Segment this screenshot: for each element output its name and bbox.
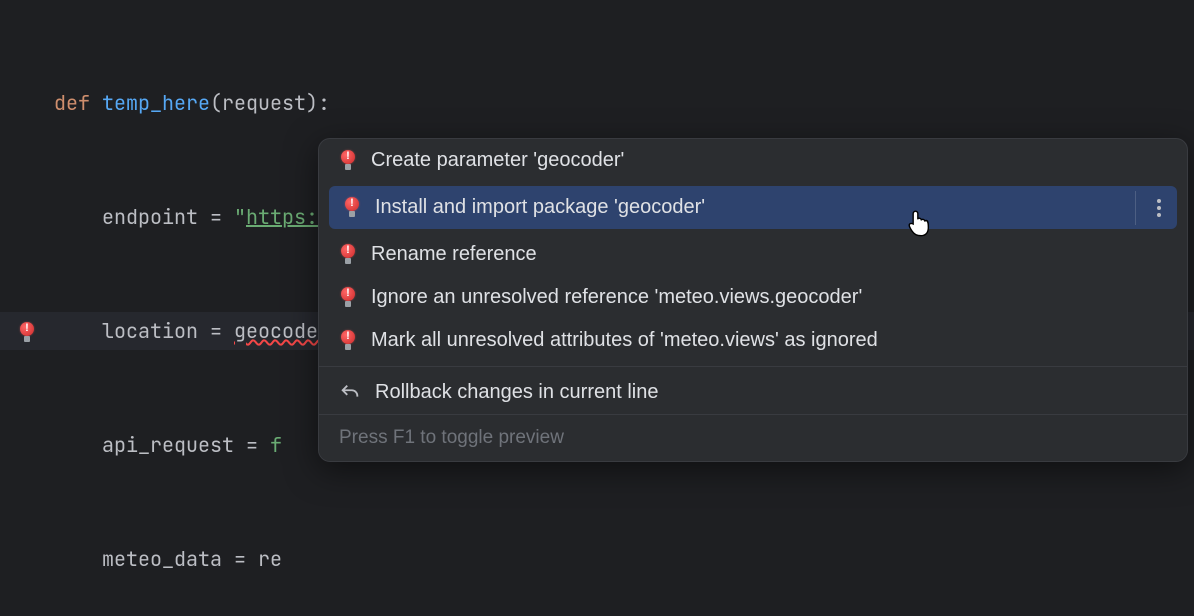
quick-fix-label: Mark all unresolved attributes of 'meteo… bbox=[371, 329, 878, 352]
code-line[interactable]: meteo_data = re bbox=[0, 540, 1194, 578]
quick-fix-label: Install and import package 'geocoder' bbox=[375, 196, 705, 219]
more-options-icon[interactable] bbox=[1135, 191, 1169, 225]
quick-fix-item-rollback[interactable]: Rollback changes in current line bbox=[319, 371, 1187, 414]
quick-fix-item-ignore-unresolved[interactable]: ! Ignore an unresolved reference 'meteo.… bbox=[319, 276, 1187, 319]
quick-fix-item-mark-all-ignored[interactable]: ! Mark all unresolved attributes of 'met… bbox=[319, 319, 1187, 362]
error-bulb-icon: ! bbox=[343, 197, 361, 219]
function-name: temp_here bbox=[102, 90, 210, 116]
error-bulb-icon: ! bbox=[339, 330, 357, 352]
keyword-def: def bbox=[54, 90, 102, 116]
undo-icon bbox=[339, 382, 361, 404]
code-line[interactable]: def temp_here(request): bbox=[0, 84, 1194, 122]
quick-fix-item-create-parameter[interactable]: ! Create parameter 'geocoder' bbox=[319, 139, 1187, 182]
error-bulb-icon: ! bbox=[339, 150, 357, 172]
error-bulb-icon[interactable]: ! bbox=[18, 322, 36, 344]
quick-fix-item-rename-reference[interactable]: ! Rename reference bbox=[319, 233, 1187, 276]
quick-fix-item-install-import[interactable]: ! Install and import package 'geocoder' bbox=[329, 186, 1177, 229]
quick-fix-popup: ! Create parameter 'geocoder' ! Install … bbox=[318, 138, 1188, 462]
quick-fix-label: Rename reference bbox=[371, 243, 537, 266]
quick-fix-label: Rollback changes in current line bbox=[375, 381, 659, 404]
error-bulb-icon: ! bbox=[339, 287, 357, 309]
quick-fix-label: Ignore an unresolved reference 'meteo.vi… bbox=[371, 286, 862, 309]
quick-fix-label: Create parameter 'geocoder' bbox=[371, 149, 624, 172]
separator bbox=[319, 366, 1187, 367]
popup-footer-hint: Press F1 to toggle preview bbox=[319, 414, 1187, 461]
error-bulb-icon: ! bbox=[339, 244, 357, 266]
unresolved-reference[interactable]: geocoder bbox=[234, 318, 330, 344]
params: (request): bbox=[210, 90, 330, 116]
mouse-cursor-icon bbox=[905, 210, 933, 238]
